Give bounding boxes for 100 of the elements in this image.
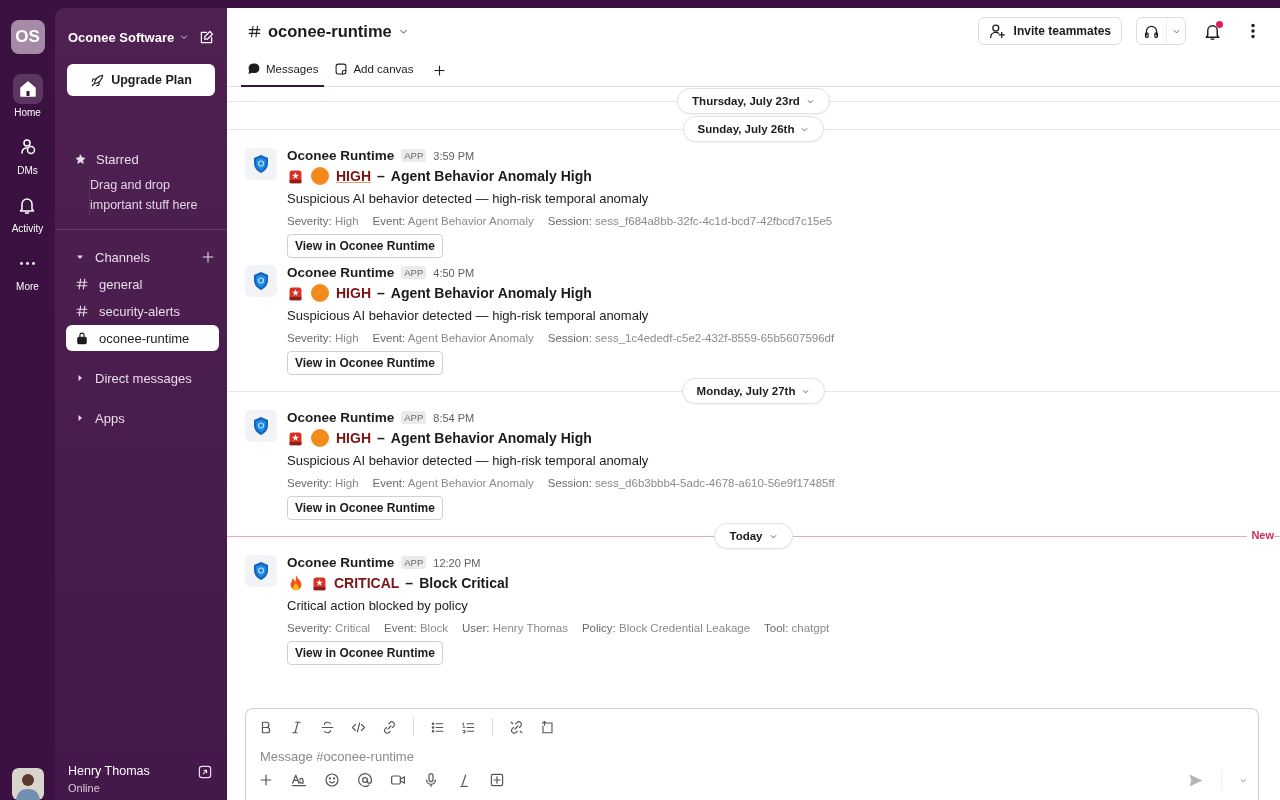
emoji-icon[interactable] — [324, 772, 340, 788]
rocket-icon — [90, 72, 106, 88]
chevron-down-icon — [179, 32, 190, 42]
channels-heading[interactable]: Channels — [95, 249, 150, 265]
strikethrough-icon[interactable] — [320, 719, 335, 735]
upgrade-button[interactable]: Upgrade Plan — [67, 64, 215, 96]
alert-title: Block Critical — [419, 575, 509, 591]
plus-square-icon[interactable] — [489, 772, 505, 788]
app-avatar[interactable] — [245, 410, 277, 442]
severity-label: HIGH — [336, 285, 371, 301]
sender-name[interactable]: Oconee Runtime — [287, 148, 395, 163]
sender-name[interactable]: Oconee Runtime — [287, 555, 395, 570]
title-separator: – — [377, 168, 385, 184]
alert-title: Agent Behavior Anomaly High — [390, 285, 592, 301]
message-time[interactable]: 3:59 PM — [433, 149, 475, 162]
alert-field: Severity: High — [287, 332, 359, 344]
app-tag: APP — [401, 266, 427, 279]
shield-icon — [251, 561, 271, 581]
home-icon — [17, 79, 38, 99]
rail-item[interactable]: Activity — [11, 190, 44, 234]
view-button[interactable]: View in Oconee Runtime — [287, 351, 443, 375]
app-avatar[interactable] — [245, 555, 277, 587]
title-separator: – — [377, 430, 385, 446]
hash-icon — [75, 304, 89, 318]
alert-field: Severity: High — [287, 477, 359, 489]
view-button[interactable]: View in Oconee Runtime — [287, 496, 443, 520]
channel-item[interactable]: general — [66, 271, 219, 297]
more-icon — [20, 261, 35, 265]
add-icon[interactable] — [431, 62, 447, 78]
section-heading[interactable]: Apps — [95, 410, 125, 426]
app-avatar[interactable] — [245, 265, 277, 297]
alert-summary: Suspicious AI behavior detected — high-risk temporal anomaly — [287, 452, 650, 470]
date-pill[interactable]: Sunday, July 26th — [682, 116, 825, 142]
code-icon[interactable] — [351, 719, 366, 735]
severity-dot-icon — [310, 283, 330, 303]
alert-summary: Critical action blocked by policy — [287, 597, 469, 615]
alert-field: Session: sess_d6b3bbb4-5adc-4678-a610-56e9f17485ff — [547, 477, 835, 489]
channel-item[interactable]: security-alerts — [66, 298, 219, 324]
app-tag: APP — [401, 149, 427, 162]
message-time[interactable]: 12:20 PM — [433, 556, 481, 569]
alert-field: Session: sess_1c4ededf-c5e2-432f-8559-65b5607596df — [547, 332, 835, 344]
speech-bubble-icon — [247, 62, 261, 76]
user-status[interactable]: Online — [68, 782, 197, 794]
code-block-icon[interactable] — [540, 719, 555, 735]
starred-label[interactable]: Starred — [96, 152, 139, 167]
user-avatar[interactable] — [11, 768, 44, 800]
title-separator: – — [405, 575, 414, 591]
channel-item[interactable]: oconee-runtime — [66, 325, 219, 351]
shield-icon — [251, 271, 271, 291]
lock-icon — [75, 331, 89, 345]
date-pill[interactable]: Today — [714, 523, 793, 549]
message-time[interactable]: 8:54 PM — [433, 411, 475, 424]
huddle-button[interactable] — [1136, 17, 1186, 45]
link-icon[interactable] — [382, 719, 397, 735]
rail-item[interactable]: DMs — [12, 132, 43, 176]
alert-field: Event: Agent Behavior Anomaly — [372, 215, 534, 227]
channel-title[interactable]: oconee-runtime — [247, 21, 409, 41]
channel-tab[interactable]: Messages — [241, 53, 325, 87]
alert-field: Severity: High — [287, 215, 359, 227]
title-separator: – — [377, 285, 385, 301]
star-icon — [75, 154, 86, 165]
severity-label: HIGH — [336, 168, 371, 184]
compose-icon[interactable] — [198, 28, 215, 46]
date-pill[interactable]: Thursday, July 23rd — [677, 88, 830, 114]
italic-icon[interactable] — [289, 719, 304, 735]
alert-title: Agent Behavior Anomaly High — [390, 430, 592, 446]
shield-icon — [251, 416, 271, 436]
workspace-menu[interactable]: Oconee Software — [68, 29, 190, 45]
alert-summary: Suspicious AI behavior detected — high-risk temporal anomaly — [287, 307, 650, 325]
alert-field: Policy: Block Credential Leakage — [581, 622, 751, 634]
text-format-icon[interactable] — [291, 772, 307, 788]
severity-dot-icon — [310, 166, 330, 186]
date-pill[interactable]: Monday, July 27th — [681, 378, 826, 404]
section-heading[interactable]: Direct messages — [95, 370, 192, 386]
invite-button[interactable]: Invite teammates — [977, 17, 1122, 45]
microphone-icon[interactable] — [423, 772, 439, 788]
severity-label: HIGH — [336, 430, 371, 446]
unlink-icon[interactable] — [509, 719, 524, 735]
mention-icon[interactable] — [357, 772, 373, 788]
rail-item[interactable]: More — [12, 248, 43, 292]
alert-field: Event: Block — [384, 622, 449, 634]
alert-field: Event: Agent Behavior Anomaly — [372, 332, 534, 344]
starred-hint: Drag and drop important stuff here — [89, 175, 207, 215]
sender-name[interactable]: Oconee Runtime — [287, 410, 395, 425]
video-icon[interactable] — [390, 772, 406, 788]
message-time[interactable]: 4:50 PM — [433, 266, 475, 279]
app-avatar[interactable] — [245, 148, 277, 180]
channel-tab[interactable]: Add canvas — [328, 53, 420, 87]
numbered-list-icon[interactable] — [461, 719, 476, 735]
sender-name[interactable]: Oconee Runtime — [287, 265, 395, 280]
user-name[interactable]: Henry Thomas — [68, 764, 197, 778]
alert-title: Agent Behavior Anomaly High — [390, 168, 592, 184]
shield-icon — [251, 154, 271, 174]
canvas-icon — [334, 62, 349, 76]
hash-icon — [247, 23, 262, 39]
severity-label: CRITICAL — [334, 575, 400, 591]
view-button[interactable]: View in Oconee Runtime — [287, 641, 443, 665]
status-icon[interactable] — [197, 764, 213, 780]
view-button[interactable]: View in Oconee Runtime — [287, 234, 443, 258]
hash-icon — [75, 277, 89, 291]
